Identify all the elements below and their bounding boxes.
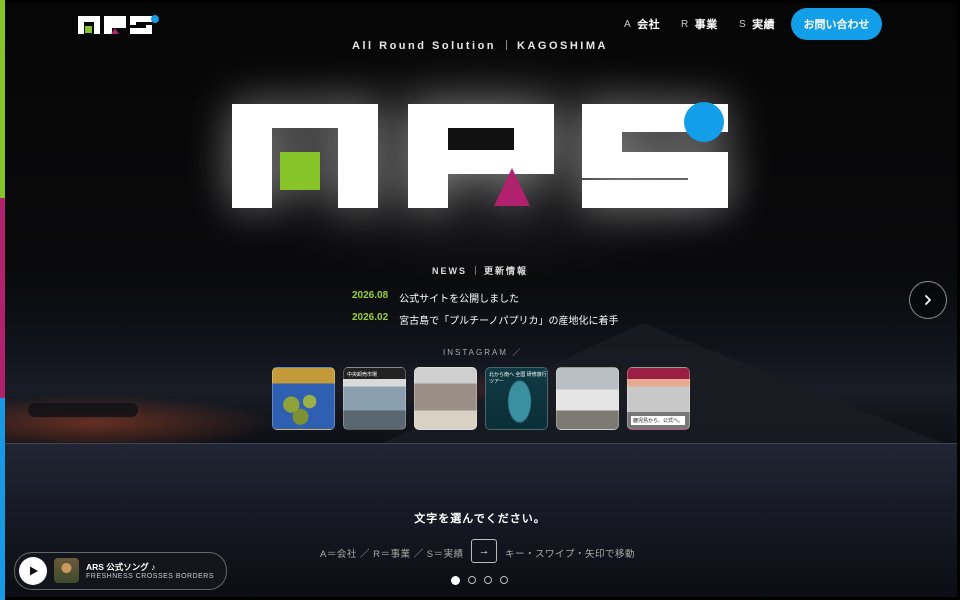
song-player[interactable]: ARS 公式ソング ♪ FRESHNESS CROSSES BORDERS [14, 552, 227, 590]
side-strip-blue [0, 398, 5, 600]
instagram-post[interactable] [414, 367, 477, 430]
news-date: 2026.08 [352, 290, 389, 301]
song-artwork [54, 558, 79, 583]
tagline: All Round Solution KAGOSHIMA [0, 40, 960, 52]
instagram-post[interactable] [272, 367, 335, 430]
song-title: ARS 公式ソング ♪ [86, 562, 156, 572]
chevron-right-icon [925, 295, 931, 305]
hero-logo [232, 102, 728, 208]
pagination-dot[interactable] [468, 576, 476, 584]
tagline-divider [506, 40, 508, 50]
instagram-post[interactable] [556, 367, 619, 430]
post-caption: 鹿児島から、公式へ。 [631, 416, 686, 425]
news-title: 公式サイトを公開しました [399, 294, 520, 305]
arrow-right-icon[interactable]: → [471, 539, 497, 563]
contact-button[interactable]: お問い合わせ [791, 8, 882, 40]
instagram-post[interactable]: 中央卸売市場 [343, 367, 406, 430]
next-slide-button[interactable] [909, 281, 947, 319]
news-title: 宮古島で「プルチーノパプリカ」の産地化に着手 [399, 316, 619, 327]
song-subtitle: FRESHNESS CROSSES BORDERS [86, 573, 215, 580]
pagination-dot[interactable] [484, 576, 492, 584]
header-logo[interactable] [76, 14, 162, 36]
pagination-dot[interactable] [451, 575, 460, 585]
side-strip-green [0, 0, 5, 198]
play-button[interactable] [19, 557, 47, 585]
nav-letter: S [739, 18, 747, 30]
nav-letter: R [681, 18, 689, 30]
nav-item-business[interactable]: R 事業 [681, 16, 718, 32]
tagline-text: All Round Solution [352, 40, 497, 52]
news-item[interactable]: 2026.02 宮古島で「プルチーノパプリカ」の産地化に着手 [352, 312, 619, 327]
nav-label: 実績 [752, 19, 776, 31]
instagram-post[interactable]: 北から南へ 全国 研修旅行ツアー [485, 367, 548, 430]
news-date: 2026.02 [352, 312, 389, 323]
instagram-feed: 中央卸売市場 北から南へ 全国 研修旅行ツアー 鹿児島から、公式へ。 [272, 367, 690, 430]
instagram-post[interactable]: 鹿児島から、公式へ。 [627, 367, 690, 430]
instagram-heading[interactable]: INSTAGRAM ／ [443, 347, 522, 358]
nav-letter: A [624, 18, 632, 30]
pagination-dot[interactable] [500, 576, 508, 584]
horizon-line [3, 443, 957, 444]
nav-item-company[interactable]: A 会社 [624, 16, 660, 32]
carousel-pagination [451, 575, 508, 585]
news-heading: NEWS 更新情報 [0, 264, 960, 277]
letter-legend: A＝会社 ／ R＝事業 ／ S＝実績 [320, 549, 464, 560]
cloud-silhouette [28, 403, 138, 417]
news-divider [474, 266, 476, 275]
nav-item-works[interactable]: S 実績 [739, 16, 775, 32]
news-heading-en: NEWS [431, 266, 467, 276]
play-icon [30, 566, 38, 576]
nav-label: 事業 [694, 19, 718, 31]
nav-label: 会社 [637, 19, 661, 31]
post-caption: 中央卸売市場 [347, 372, 378, 378]
select-letter-prompt: 文字を選んでください。 [414, 513, 546, 525]
side-strip-magenta [0, 198, 5, 398]
post-caption: 北から南へ 全国 研修旅行ツアー [489, 372, 547, 385]
news-heading-jp: 更新情報 [483, 266, 528, 276]
tagline-location: KAGOSHIMA [517, 40, 608, 52]
news-item[interactable]: 2026.08 公式サイトを公開しました [352, 290, 519, 305]
navigation-hint: キー・スワイプ・矢印で移動 [505, 549, 636, 560]
